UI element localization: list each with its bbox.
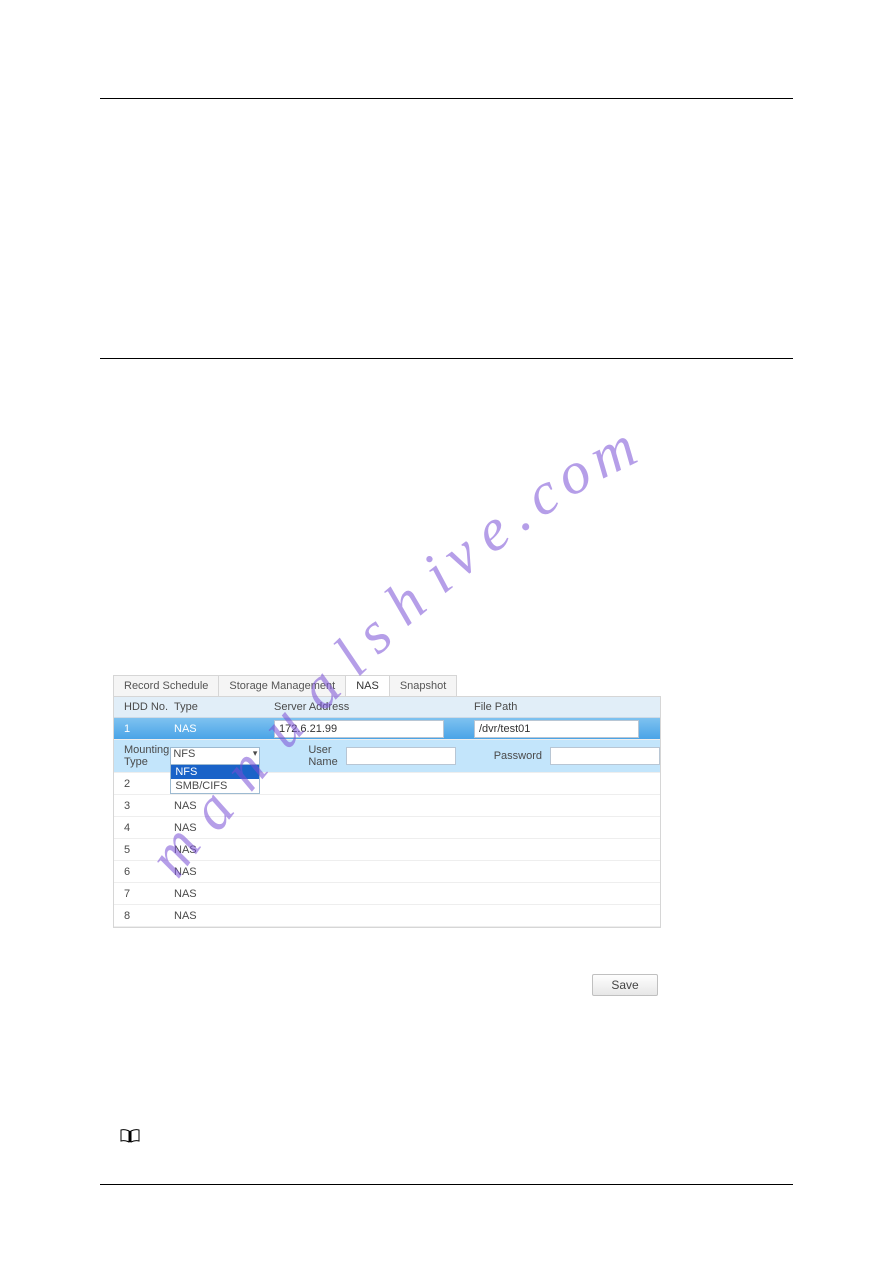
divider-bottom [100, 1184, 793, 1185]
th-file-path: File Path [474, 701, 660, 713]
mount-config-row: Mounting Type NFS ▾ NFS SMB/CIFS User Na… [114, 740, 660, 773]
cell-hdd-no: 8 [114, 910, 174, 922]
cell-hdd-no: 6 [114, 866, 174, 878]
th-type: Type [174, 701, 274, 713]
mounting-type-label: Mounting Type [114, 744, 170, 768]
cell-type: NAS [174, 888, 274, 900]
password-label: Password [486, 750, 550, 762]
cell-type: NAS [174, 822, 274, 834]
table-row[interactable]: 6 NAS [114, 861, 660, 883]
table-row-selected[interactable]: 1 NAS [114, 718, 660, 740]
tab-nas[interactable]: NAS [345, 675, 390, 696]
nas-table: HDD No. Type Server Address File Path 1 … [113, 697, 661, 928]
table-row[interactable]: 4 NAS [114, 817, 660, 839]
file-path-input[interactable] [474, 720, 639, 738]
user-name-label: User Name [300, 744, 345, 768]
cell-type: NAS [174, 721, 274, 737]
cell-type: NAS [174, 844, 274, 856]
table-row[interactable]: 5 NAS [114, 839, 660, 861]
divider-mid [100, 358, 793, 359]
cell-hdd-no: 1 [114, 721, 174, 737]
book-icon [120, 1127, 140, 1148]
mounting-type-value: NFS [173, 748, 195, 760]
divider-top [100, 98, 793, 99]
cell-type: NAS [174, 800, 274, 812]
tab-bar: Record Schedule Storage Management NAS S… [113, 675, 661, 697]
mounting-type-select[interactable]: NFS ▾ [170, 747, 260, 765]
chevron-down-icon: ▾ [253, 748, 258, 759]
th-server-address: Server Address [274, 701, 474, 713]
nas-config-panel: Record Schedule Storage Management NAS S… [113, 675, 661, 928]
mounting-type-dropdown: NFS SMB/CIFS [170, 764, 260, 794]
table-row[interactable]: 8 NAS [114, 905, 660, 927]
cell-hdd-no: 4 [114, 822, 174, 834]
cell-hdd-no: 3 [114, 800, 174, 812]
cell-hdd-no: 2 [114, 778, 174, 790]
tab-snapshot[interactable]: Snapshot [389, 675, 457, 696]
mount-option-nfs[interactable]: NFS [171, 765, 259, 779]
cell-type: NAS [174, 866, 274, 878]
table-header: HDD No. Type Server Address File Path [114, 697, 660, 718]
tab-storage-management[interactable]: Storage Management [218, 675, 346, 696]
th-hdd-no: HDD No. [114, 701, 174, 713]
tab-record-schedule[interactable]: Record Schedule [113, 675, 219, 696]
cell-hdd-no: 7 [114, 888, 174, 900]
mount-option-smbcifs[interactable]: SMB/CIFS [171, 779, 259, 793]
password-input[interactable] [550, 747, 660, 765]
cell-hdd-no: 5 [114, 844, 174, 856]
save-button[interactable]: Save [592, 974, 658, 996]
table-row[interactable]: 7 NAS [114, 883, 660, 905]
table-row[interactable]: 3 NAS [114, 795, 660, 817]
server-address-input[interactable] [274, 720, 444, 738]
cell-type: NAS [174, 910, 274, 922]
user-name-input[interactable] [346, 747, 456, 765]
